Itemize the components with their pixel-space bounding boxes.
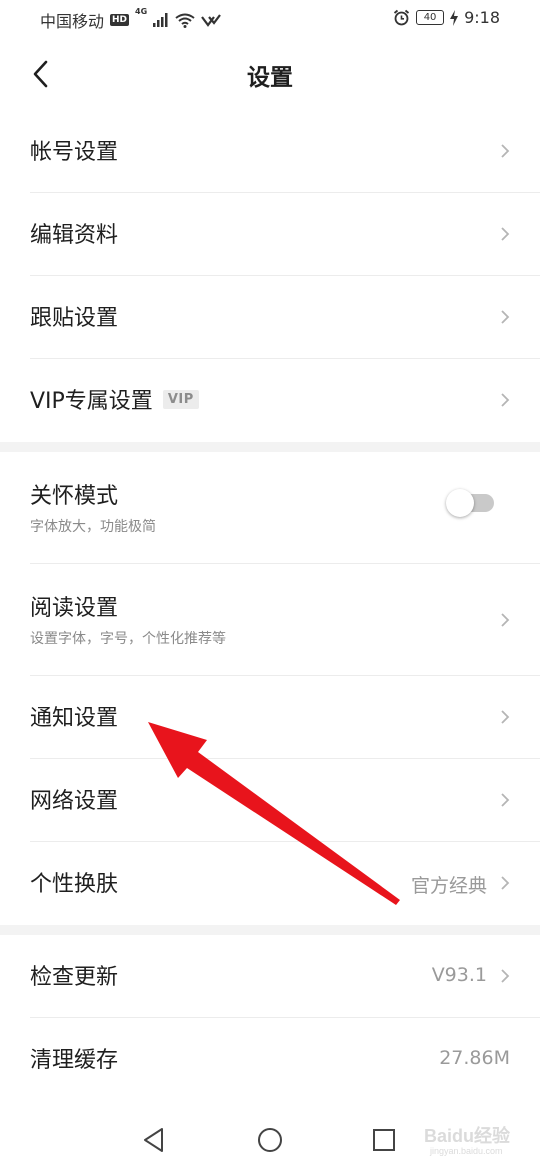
- settings-row-care-mode: 关怀模式 字体放大，功能极简: [0, 452, 540, 564]
- chevron-right-icon: [501, 793, 510, 807]
- status-bar: 中国移动 HD 4G 40 9:18: [0, 0, 540, 38]
- vip-badge: VIP: [162, 389, 199, 409]
- status-right: 40 9:18: [393, 8, 500, 27]
- network-type: 4G: [135, 7, 148, 16]
- settings-row-network[interactable]: 网络设置: [0, 759, 540, 842]
- row-label: 个性换肤: [30, 872, 119, 897]
- chevron-right-icon: [501, 876, 510, 890]
- settings-row-vip[interactable]: VIP专属设置 VIP: [0, 359, 540, 442]
- charging-icon: [450, 9, 459, 26]
- row-label-wrap: VIP专属设置 VIP: [30, 383, 199, 415]
- carrier-name: 中国移动: [40, 12, 105, 31]
- toggle-knob: [446, 489, 474, 517]
- nav-recents-button[interactable]: [364, 1124, 404, 1156]
- settings-row-check-update[interactable]: 检查更新 V93.1: [0, 935, 540, 1018]
- chevron-right-icon: [501, 310, 510, 324]
- row-label: 阅读设置: [30, 596, 119, 621]
- chevron-right-icon: [501, 144, 510, 158]
- section-gap: [0, 925, 540, 935]
- chevron-right-icon: [501, 613, 510, 627]
- settings-row-notification[interactable]: 通知设置: [0, 676, 540, 759]
- settings-row-account[interactable]: 帐号设置: [0, 110, 540, 193]
- square-recents-icon: [373, 1129, 395, 1151]
- triangle-back-icon: [144, 1128, 163, 1152]
- row-label: VIP专属设置: [30, 389, 153, 414]
- settings-list: 帐号设置 编辑资料 跟贴设置 VIP专属设置 VIP 关怀模式 字体放大，功能极…: [0, 110, 540, 1101]
- data-saver-icon: [201, 13, 222, 27]
- row-subtitle: 设置字体，字号，个性化推荐等: [30, 631, 226, 647]
- chevron-right-icon: [501, 710, 510, 724]
- settings-row-reading[interactable]: 阅读设置 设置字体，字号，个性化推荐等: [0, 564, 540, 676]
- row-label: 帐号设置: [30, 140, 119, 165]
- settings-row-theme[interactable]: 个性换肤 官方经典: [0, 842, 540, 925]
- row-value: 27.86M: [439, 1047, 510, 1069]
- nav-home-button[interactable]: [250, 1124, 290, 1156]
- clock-time: 9:18: [464, 8, 500, 27]
- row-subtitle: 字体放大，功能极简: [30, 519, 156, 535]
- circle-home-icon: [258, 1128, 282, 1152]
- row-label: 通知设置: [30, 706, 119, 731]
- back-button[interactable]: [20, 52, 60, 96]
- battery-icon: 40: [416, 10, 445, 25]
- alarm-icon: [393, 9, 410, 26]
- chevron-left-icon: [33, 60, 48, 88]
- hd-icon: HD: [110, 14, 130, 26]
- settings-row-edit-profile[interactable]: 编辑资料: [0, 193, 540, 276]
- row-label: 检查更新: [30, 965, 119, 990]
- section-gap: [0, 442, 540, 452]
- page-title: 设置: [247, 65, 293, 91]
- row-label: 网络设置: [30, 789, 119, 814]
- care-mode-toggle[interactable]: [446, 489, 494, 517]
- watermark-text: Baidu经验: [424, 1126, 511, 1146]
- settings-row-comment[interactable]: 跟贴设置: [0, 276, 540, 359]
- wifi-icon: [175, 13, 195, 28]
- watermark-sub: jingyan.baidu.com: [430, 1146, 503, 1156]
- row-value: V93.1: [431, 964, 487, 986]
- row-label: 清理缓存: [30, 1048, 119, 1073]
- row-label: 编辑资料: [30, 223, 119, 248]
- nav-header: 设置: [0, 38, 540, 110]
- chevron-right-icon: [501, 969, 510, 983]
- baidu-watermark: Baidu经验 jingyan.baidu.com: [414, 1112, 510, 1162]
- signal-icon: [153, 13, 169, 27]
- chevron-right-icon: [501, 393, 510, 407]
- chevron-right-icon: [501, 227, 510, 241]
- nav-back-button[interactable]: [134, 1124, 174, 1156]
- row-label: 关怀模式: [30, 484, 119, 509]
- settings-row-clear-cache[interactable]: 清理缓存 27.86M: [0, 1018, 540, 1101]
- status-left: 中国移动 HD 4G: [40, 7, 222, 32]
- row-label: 跟贴设置: [30, 306, 119, 331]
- battery-level: 40: [423, 11, 437, 23]
- row-value: 官方经典: [410, 875, 487, 897]
